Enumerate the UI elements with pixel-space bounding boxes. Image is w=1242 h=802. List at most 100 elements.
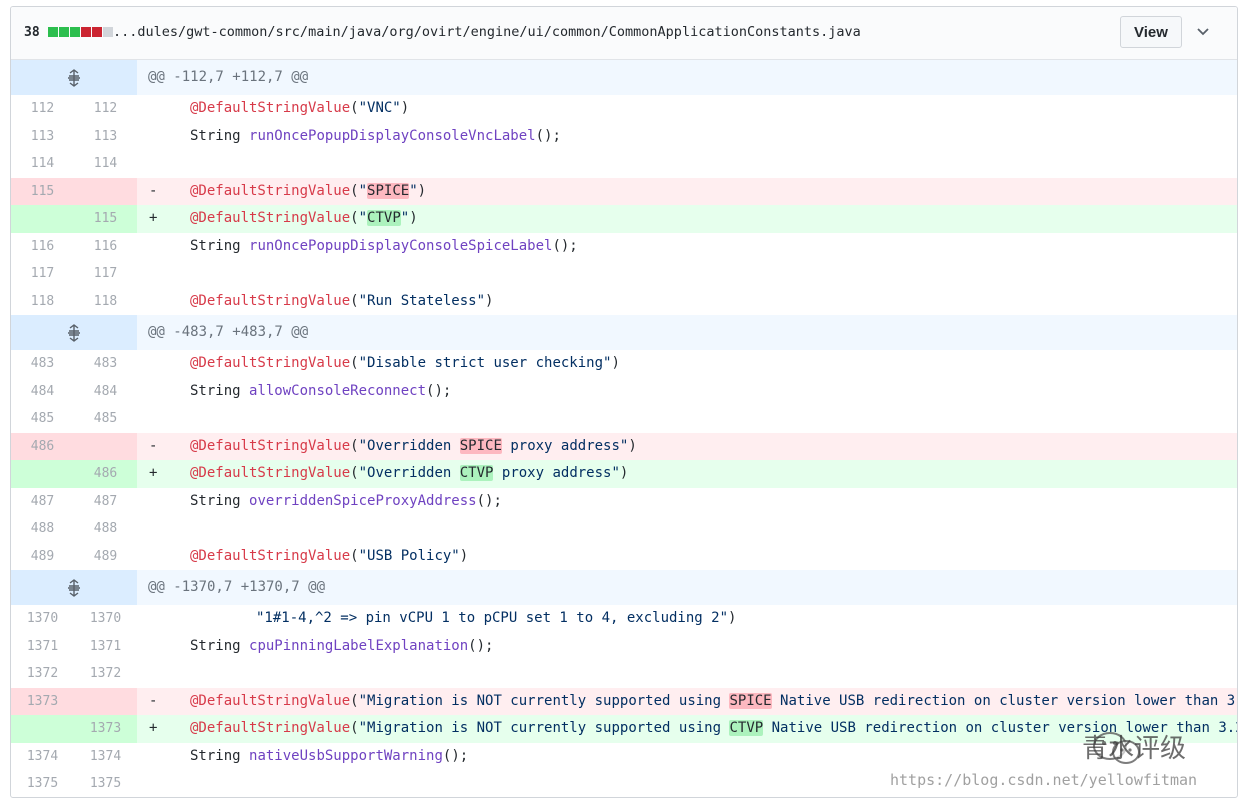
new-line-number[interactable]: 116 [74, 233, 137, 261]
old-line-number[interactable]: 118 [11, 288, 74, 316]
old-line-number[interactable]: 1374 [11, 743, 74, 771]
code-token: ( [350, 100, 359, 116]
code-token-str: " [400, 210, 410, 226]
old-line-number[interactable]: 487 [11, 488, 74, 516]
code-token-str: "1#1-4,^2 => pin vCPU 1 to pCPU set 1 to… [256, 610, 729, 626]
old-line-number[interactable]: 485 [11, 405, 74, 433]
code-token: String [190, 492, 250, 509]
old-line-number[interactable]: 114 [11, 150, 74, 178]
new-line-number[interactable]: 1372 [74, 660, 137, 688]
diff-marker: + [149, 210, 158, 226]
new-line-number[interactable] [74, 177, 137, 205]
code-token: (); [535, 127, 561, 144]
new-line-number[interactable]: 112 [74, 95, 137, 123]
old-line-number[interactable]: 112 [11, 95, 74, 123]
code-token-ann: @DefaultStringValue [190, 210, 351, 226]
expand-button[interactable] [11, 60, 137, 95]
code-token: ) [400, 100, 410, 116]
code-token-ann: @DefaultStringValue [190, 547, 351, 564]
old-line-number[interactable]: 1372 [11, 660, 74, 688]
new-line-number[interactable]: 118 [74, 288, 137, 316]
code-token-str: "Migration is NOT currently supported us… [358, 692, 730, 709]
code-token: ( [350, 292, 359, 309]
unfold-icon [68, 68, 80, 87]
unfold-icon [68, 578, 80, 597]
new-line-number[interactable]: 1373 [74, 715, 137, 743]
expand-button[interactable] [11, 315, 137, 350]
old-line-number[interactable] [11, 460, 74, 488]
code-token: (); [442, 747, 469, 764]
context-line: 117 117 [11, 260, 1237, 288]
old-line-number[interactable]: 486 [11, 432, 74, 460]
code-token: ( [350, 465, 359, 481]
new-line-number[interactable] [74, 432, 137, 460]
old-line-number[interactable]: 113 [11, 123, 74, 151]
new-line-number[interactable]: 489 [74, 543, 137, 571]
code-token-ann: @DefaultStringValue [190, 465, 351, 481]
new-line-number[interactable]: 115 [74, 205, 137, 233]
new-line-number[interactable]: 1370 [74, 605, 137, 633]
code-line: @DefaultStringValue("Migration is NOT cu… [190, 688, 1237, 716]
old-line-number[interactable] [11, 205, 74, 233]
hunk-range: @@ -483,7 +483,7 @@ [148, 324, 309, 340]
code-token-str: proxy address" [501, 437, 629, 454]
old-line-number[interactable]: 484 [11, 378, 74, 406]
old-line-number[interactable]: 488 [11, 515, 74, 543]
new-line-number[interactable]: 117 [74, 260, 137, 288]
old-line-number[interactable]: 1375 [11, 770, 74, 797]
code-token: String [190, 382, 250, 399]
code-token: (); [552, 237, 578, 254]
code-token-hl-del: SPICE [729, 692, 772, 709]
code-token-str: "Overridden [358, 437, 460, 454]
code-line: "1#1-4,^2 => pin vCPU 1 to pCPU set 1 to… [190, 605, 736, 633]
code-token: ) [417, 182, 427, 199]
code-line: @DefaultStringValue("VNC") [190, 95, 409, 123]
new-line-number[interactable]: 1371 [74, 633, 137, 661]
new-line-number[interactable]: 487 [74, 488, 137, 516]
code-token-fn: nativeUsbSupportWarning [249, 747, 443, 764]
code-token: ) [459, 547, 469, 564]
added-line: 486 + @DefaultStringValue("Overridden CTVP… [11, 460, 1237, 488]
hunk-header: @@ -1370,7 +1370,7 @@ [11, 570, 1237, 605]
new-line-number[interactable]: 113 [74, 123, 137, 151]
hunk-header: @@ -483,7 +483,7 @@ [11, 315, 1237, 350]
old-line-number[interactable]: 117 [11, 260, 74, 288]
new-line-number[interactable]: 488 [74, 515, 137, 543]
code-line: String runOncePopupDisplayConsoleSpiceLa… [190, 233, 578, 261]
old-line-number[interactable]: 483 [11, 350, 74, 378]
old-line-number[interactable]: 1370 [11, 605, 74, 633]
code-token: ( [350, 210, 359, 226]
new-line-number[interactable]: 1374 [74, 743, 137, 771]
diff-table: @@ -112,7 +112,7 @@ 112 112 @DefaultStringV… [11, 60, 1237, 797]
new-line-number[interactable]: 483 [74, 350, 137, 378]
old-line-number[interactable]: 115 [11, 177, 74, 205]
view-file-button[interactable]: View [1120, 16, 1182, 48]
code-token: ( [350, 437, 359, 454]
expand-button[interactable] [11, 570, 137, 605]
old-line-number[interactable] [11, 715, 74, 743]
chevron-down-icon[interactable] [1195, 23, 1211, 39]
diffstat-square [59, 27, 69, 37]
old-line-number[interactable]: 1373 [11, 687, 74, 715]
deleted-line: 115- @DefaultStringValue("SPICE") [11, 177, 1237, 205]
diff-marker: - [149, 437, 158, 454]
context-line: 484 484 String allowConsoleReconnect(); [11, 378, 1237, 406]
code-token: ) [628, 437, 637, 454]
new-line-number[interactable]: 485 [74, 405, 137, 433]
old-line-number[interactable]: 489 [11, 543, 74, 571]
code-token: String [190, 237, 250, 254]
code-line: String nativeUsbSupportWarning(); [190, 743, 468, 771]
code-token-ann: @DefaultStringValue [190, 720, 351, 736]
new-line-number[interactable]: 484 [74, 378, 137, 406]
diffstat-square [81, 27, 91, 37]
new-line-number[interactable] [74, 687, 137, 715]
new-line-number[interactable]: 114 [74, 150, 137, 178]
context-line: 116 116 String runOncePopupDisplayConsoleS… [11, 233, 1237, 261]
file-path[interactable]: ...dules/gwt-common/src/main/java/org/ov… [113, 24, 861, 40]
new-line-number[interactable]: 486 [74, 460, 137, 488]
diffstat-square [70, 27, 80, 37]
new-line-number[interactable]: 1375 [74, 770, 137, 797]
old-line-number[interactable]: 1371 [11, 633, 74, 661]
code-token-hl-add: CTVP [367, 210, 401, 226]
old-line-number[interactable]: 116 [11, 233, 74, 261]
